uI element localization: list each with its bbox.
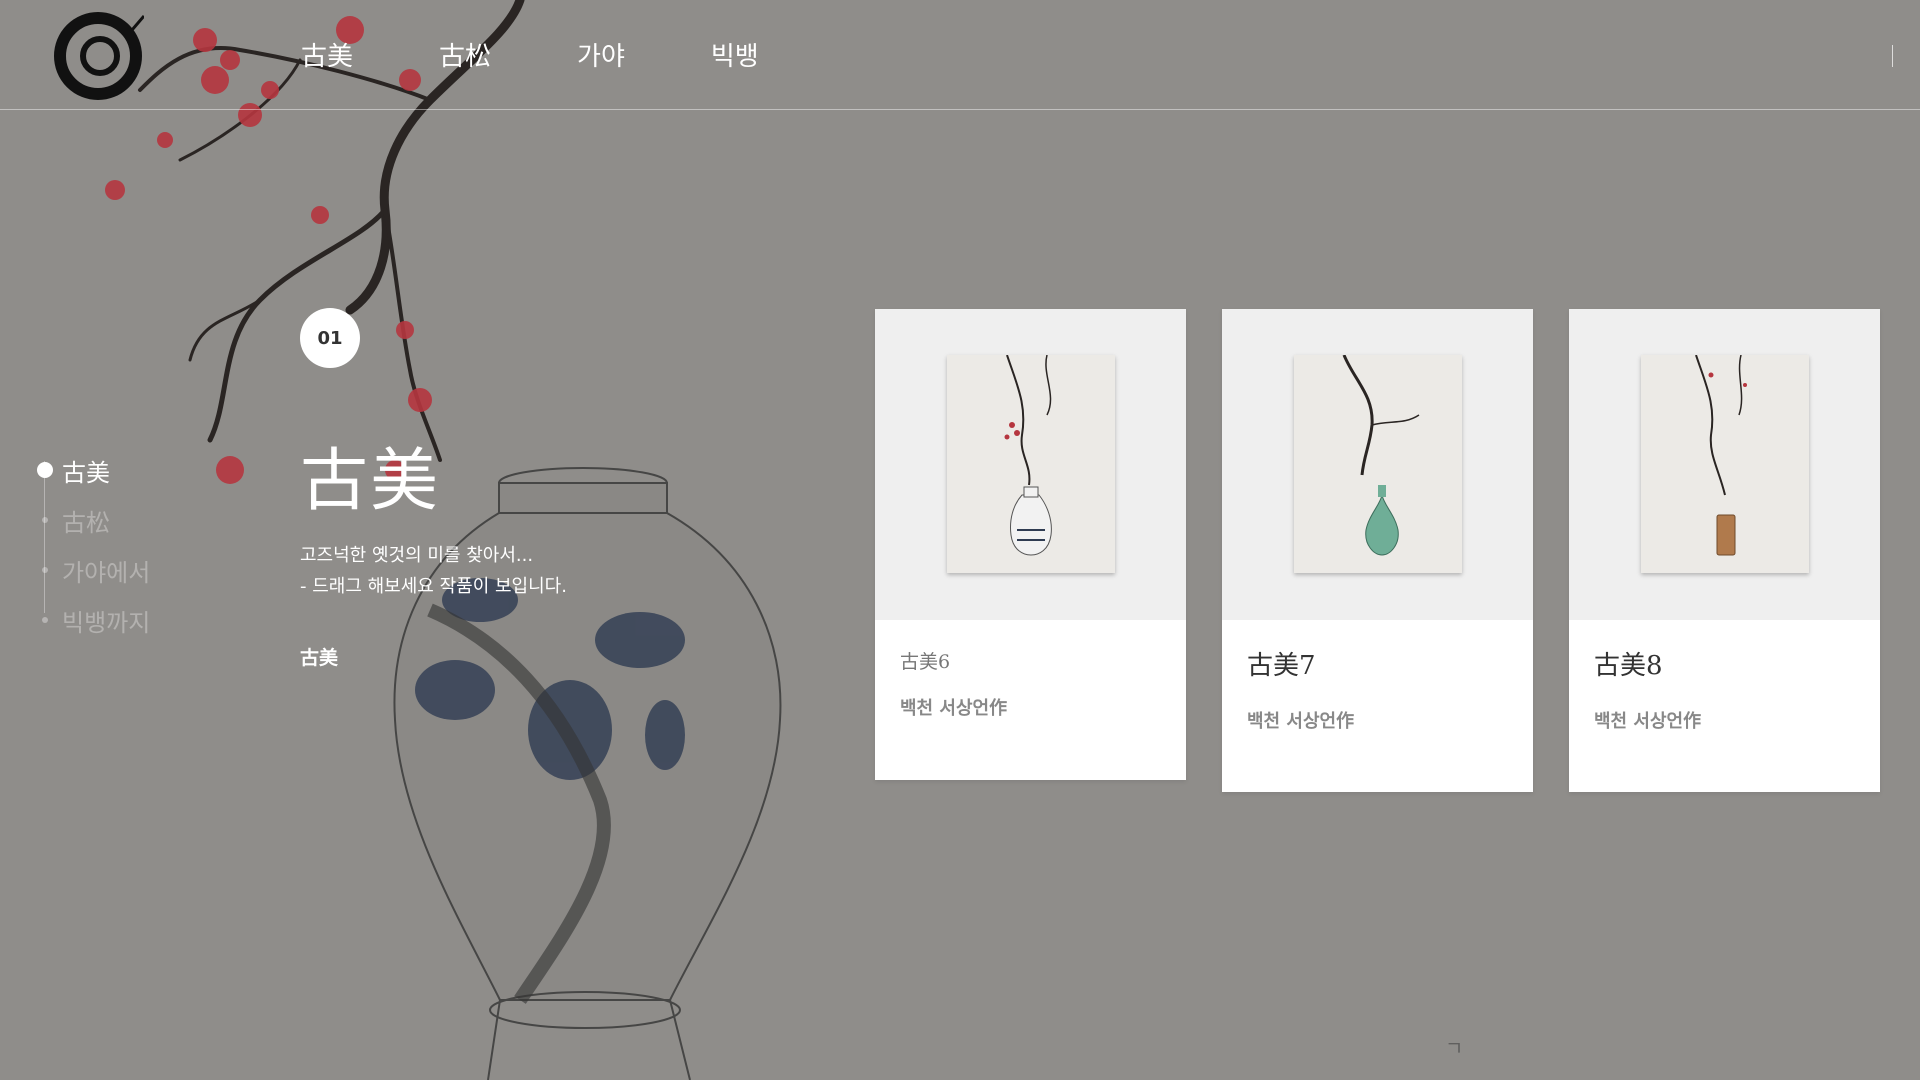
artwork-card[interactable]: 古美8 백천 서상언作 [1569, 309, 1880, 792]
side-item-label: 가야에서 [62, 558, 151, 587]
ink-circle-logo-icon[interactable] [52, 10, 144, 102]
artwork-title: 古美8 [1594, 651, 1663, 681]
top-navigation-bar: 古美 古松 가야 빅뱅 [0, 0, 1920, 110]
artwork-author: 백천 서상언作 [1594, 711, 1702, 732]
active-dot-icon [37, 462, 53, 478]
artwork-thumbnail [875, 309, 1186, 620]
description-line: - 드래그 해보세요 작품이 보입니다. [300, 576, 567, 597]
artwork-title: 古美6 [900, 651, 951, 673]
artwork-image [1641, 355, 1809, 573]
artwork-thumbnail [1222, 309, 1533, 620]
dot-icon [42, 517, 48, 523]
main-nav: 古美 古松 가야 빅뱅 [301, 36, 845, 73]
section-indicator: 古美 古松 가야에서 빅뱅까지 [36, 445, 150, 645]
artwork-card[interactable]: 古美6 백천 서상언作 [875, 309, 1186, 780]
side-item-gaya[interactable]: 가야에서 [36, 545, 150, 595]
dot-icon [42, 567, 48, 573]
artwork-title: 古美7 [1247, 651, 1316, 681]
nav-item-gaya[interactable]: 가야 [577, 36, 625, 73]
artwork-image [1294, 355, 1462, 573]
artwork-author: 백천 서상언作 [1247, 711, 1355, 732]
side-item-label: 古松 [62, 508, 110, 537]
side-item-label: 古美 [62, 458, 110, 487]
side-item-gosong[interactable]: 古松 [36, 495, 150, 545]
nav-item-gosong[interactable]: 古松 [439, 36, 491, 73]
section-description: 고즈넉한 옛것의 미를 찾아서... - 드래그 해보세요 작품이 보입니다. [300, 540, 567, 602]
artwork-image [947, 355, 1115, 573]
section-title: 古美 [300, 442, 441, 521]
section-tag: 古美 [300, 647, 339, 669]
side-item-bigbang[interactable]: 빅뱅까지 [36, 595, 150, 645]
nav-item-gomi[interactable]: 古美 [301, 36, 353, 73]
description-line: 고즈넉한 옛것의 미를 찾아서... [300, 545, 534, 566]
artwork-author: 백천 서상언作 [900, 698, 1008, 719]
vase-pine-pattern [415, 578, 685, 780]
side-item-label: 빅뱅까지 [62, 608, 151, 637]
dot-icon [42, 617, 48, 623]
nav-item-bigbang[interactable]: 빅뱅 [711, 36, 759, 73]
artwork-thumbnail [1569, 309, 1880, 620]
side-item-gomi[interactable]: 古美 [36, 445, 150, 495]
svg-text:ㄱ: ㄱ [1445, 1036, 1463, 1060]
nav-divider [1892, 45, 1893, 67]
artwork-card[interactable]: 古美7 백천 서상언作 [1222, 309, 1533, 792]
section-number-badge: 01 [300, 308, 360, 368]
